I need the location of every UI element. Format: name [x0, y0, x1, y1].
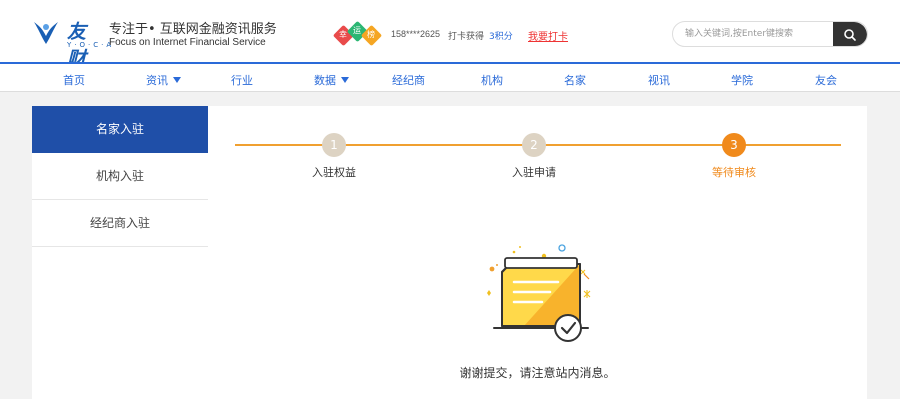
nav-item-video[interactable]: 视讯 — [648, 72, 670, 88]
nav-label: 友会 — [815, 74, 837, 87]
nav-label: 名家 — [564, 74, 586, 87]
nav-label: 首页 — [63, 74, 85, 87]
sidebar-item-expert-join[interactable]: 名家入驻 — [32, 106, 208, 153]
slogan-cn: 专注于• 互联网金融资讯服务 — [109, 22, 277, 37]
nav-label: 机构 — [481, 74, 503, 87]
search-box — [672, 21, 868, 47]
nav-label: 行业 — [231, 74, 253, 87]
slogan-en: Focus on Internet Financial Service — [109, 37, 266, 48]
nav-label: 资讯 — [146, 74, 168, 87]
checkin-points: 3积分 — [489, 32, 513, 42]
main-nav: 首页 资讯 行业 数据 经纪商 机构 名家 视讯 学院 友会 — [0, 62, 900, 92]
submission-message: 谢谢提交，请注意站内消息。 — [459, 366, 616, 380]
nav-item-experts[interactable]: 名家 — [564, 72, 586, 88]
user-phone: 158****2625 — [391, 29, 441, 39]
sidebar-item-institution-join[interactable]: 机构入驻 — [32, 153, 208, 200]
nav-item-news[interactable]: 资讯 — [146, 72, 181, 88]
nav-item-institutions[interactable]: 机构 — [481, 72, 503, 88]
sidebar-item-broker-join[interactable]: 经纪商入驻 — [32, 200, 208, 247]
caret-down-icon — [173, 77, 181, 83]
nav-item-industry[interactable]: 行业 — [231, 72, 253, 88]
nav-item-brokers[interactable]: 经纪商 — [392, 72, 425, 88]
step-3-circle: 3 — [722, 133, 746, 157]
search-icon — [844, 29, 856, 41]
checkin-link[interactable]: 我要打卡 — [528, 28, 568, 43]
search-input[interactable] — [685, 26, 830, 42]
nav-item-data[interactable]: 数据 — [314, 72, 349, 88]
nav-label: 视讯 — [648, 74, 670, 87]
logo-subtext: Y·O·C·A — [67, 41, 115, 49]
logo-icon — [34, 22, 58, 44]
nav-item-club[interactable]: 友会 — [815, 72, 837, 88]
step-2-label: 入驻申请 — [512, 166, 556, 179]
step-2-circle: 2 — [522, 133, 546, 157]
nav-item-academy[interactable]: 学院 — [731, 72, 753, 88]
lucky-char-3: 榜 — [367, 30, 375, 39]
nav-item-home[interactable]: 首页 — [63, 72, 85, 88]
search-button[interactable] — [833, 22, 867, 46]
sidebar: 名家入驻 机构入驻 经纪商入驻 — [32, 106, 208, 399]
step-3-label: 等待审核 — [712, 166, 756, 179]
document-check-icon — [487, 244, 591, 342]
lucky-ranking-badge[interactable]: 幸 运 榜 — [332, 20, 383, 47]
checkin-reward-text: 打卡获得 — [448, 32, 485, 42]
nav-label: 数据 — [314, 74, 336, 87]
site-header: 友财 Y·O·C·A 专注于• 互联网金融资讯服务 Focus on Inter… — [0, 0, 900, 70]
step-1-circle: 1 — [322, 133, 346, 157]
caret-down-icon — [341, 77, 349, 83]
logo[interactable]: 友财 Y·O·C·A — [31, 14, 111, 70]
step-1-label: 入驻权益 — [312, 166, 356, 179]
nav-label: 经纪商 — [392, 74, 425, 87]
main-content: 1 入驻权益 2 入驻申请 3 等待审核 谢谢提交，请注意站内消息。 — [208, 106, 867, 399]
nav-label: 学院 — [731, 74, 753, 87]
